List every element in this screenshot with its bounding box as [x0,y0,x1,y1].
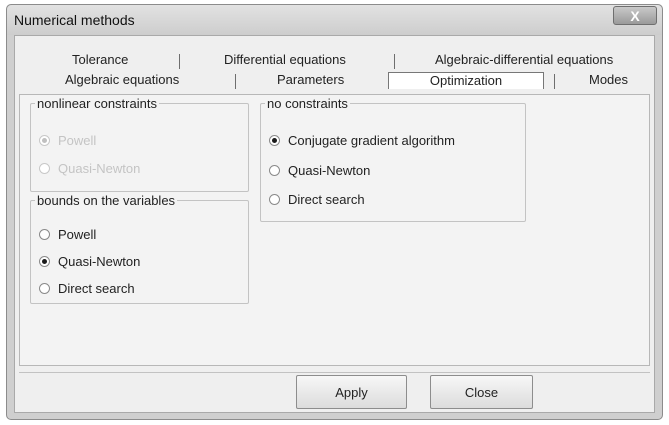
tab-separator [179,54,180,69]
radio-label: Direct search [58,280,135,296]
tab-tolerance[interactable]: Tolerance [72,52,128,67]
group-legend: bounds on the variables [37,193,176,208]
tab-differential-equations[interactable]: Differential equations [224,52,346,67]
radio-label: Quasi-Newton [58,160,141,176]
nonlinear-powell-radio: Powell [39,131,96,149]
tab-optimization[interactable]: Optimization [388,72,544,89]
optimization-panel: nonlinear constraints Powell Quasi-Newto… [19,94,650,366]
radio-indicator[interactable] [39,282,50,294]
radio-label: Powell [58,226,97,242]
radio-indicator [39,162,50,174]
numerical-methods-dialog: Numerical methods X Tolerance Differenti… [6,4,663,420]
no-constraints-group: no constraints Conjugate gradient algori… [260,96,526,222]
bounds-on-variables-group: bounds on the variables Powell Quasi-New… [30,193,249,304]
bounds-direct-search-radio[interactable]: Direct search [39,279,135,297]
tab-algebraic-differential-equations[interactable]: Algebraic-differential equations [435,52,613,67]
footer-divider [19,372,650,373]
radio-indicator [39,134,50,146]
none-quasi-newton-radio[interactable]: Quasi-Newton [269,161,370,179]
apply-button[interactable]: Apply [296,375,407,409]
radio-indicator[interactable] [39,228,50,240]
close-button[interactable]: Close [430,375,533,409]
nonlinear-quasi-newton-radio: Quasi-Newton [39,159,140,177]
tab-parameters[interactable]: Parameters [277,72,344,87]
radio-indicator[interactable] [269,134,280,146]
group-legend: no constraints [267,96,348,111]
tab-separator [394,54,395,69]
radio-label: Powell [58,132,97,148]
bounds-powell-radio[interactable]: Powell [39,225,96,243]
radio-label: Conjugate gradient algorithm [288,132,455,148]
radio-indicator[interactable] [39,255,50,267]
tab-modes[interactable]: Modes [589,72,628,87]
radio-label: Direct search [288,191,365,207]
tab-row-1: Tolerance Differential equations Algebra… [15,52,656,71]
none-direct-search-radio[interactable]: Direct search [269,190,365,208]
tab-row-2: Algebraic equations Parameters Optimizat… [15,72,656,91]
radio-label: Quasi-Newton [288,162,371,178]
radio-indicator[interactable] [269,164,280,176]
radio-indicator[interactable] [269,193,280,205]
window-title: Numerical methods [14,12,135,28]
close-window-button[interactable]: X [613,6,657,25]
title-bar[interactable]: Numerical methods X [7,5,662,35]
tab-separator [235,74,236,89]
radio-label: Quasi-Newton [58,253,141,269]
tab-algebraic-equations[interactable]: Algebraic equations [65,72,179,87]
none-conjugate-gradient-radio[interactable]: Conjugate gradient algorithm [269,131,455,149]
nonlinear-constraints-group: nonlinear constraints Powell Quasi-Newto… [30,96,249,192]
bounds-quasi-newton-radio[interactable]: Quasi-Newton [39,252,140,270]
tab-separator [554,74,555,89]
dialog-client-area: Tolerance Differential equations Algebra… [14,35,655,413]
group-legend: nonlinear constraints [37,96,157,111]
